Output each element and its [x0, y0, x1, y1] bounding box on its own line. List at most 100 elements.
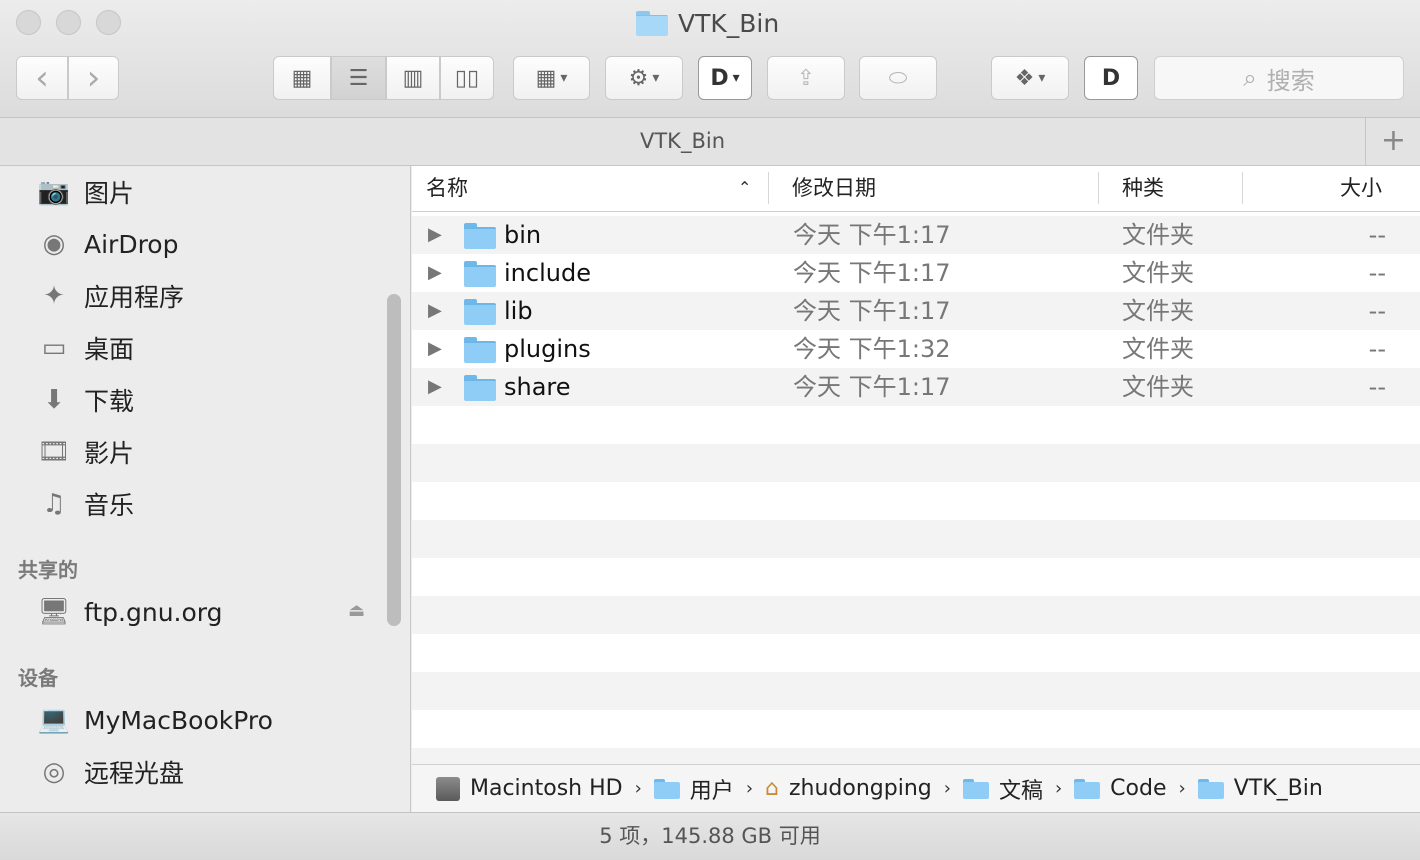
sidebar-item-mymacbookpro[interactable]: 💻 MyMacBookPro — [36, 700, 273, 740]
empty-row — [412, 710, 1420, 748]
path-item-label: Code — [1110, 776, 1167, 801]
empty-row — [412, 596, 1420, 634]
tab-vtk-bin[interactable]: VTK_Bin — [0, 118, 1366, 165]
column-header-name[interactable]: 名称 — [426, 166, 468, 210]
sidebar-item-movies[interactable]: 🎞 影片 — [36, 432, 134, 472]
disclosure-triangle-icon[interactable]: ▶ — [428, 338, 442, 359]
file-size: -- — [1368, 259, 1386, 287]
hard-drive-icon — [436, 776, 460, 801]
action-button[interactable]: ⚙ ▾ — [605, 56, 683, 100]
sidebar-item-desktop[interactable]: ▭ 桌面 — [36, 328, 134, 368]
tag-icon: ⬭ — [888, 65, 908, 91]
folder-icon — [464, 261, 496, 287]
forward-button[interactable]: › — [68, 56, 119, 100]
cover-flow-button[interactable]: ▯▯ — [440, 56, 494, 100]
empty-row — [412, 748, 1420, 764]
column-header-size[interactable]: 大小 — [1340, 166, 1382, 210]
disclosure-triangle-icon[interactable]: ▶ — [428, 224, 442, 245]
forward-chevron-icon: › — [86, 58, 101, 98]
users-folder-icon — [653, 778, 680, 799]
sidebar-item-label: 桌面 — [84, 335, 135, 364]
search-input[interactable]: ⌕ 搜索 — [1154, 56, 1404, 100]
folder-icon — [1074, 778, 1101, 799]
sidebar-item-label: 影片 — [84, 439, 135, 468]
chevron-down-icon: ▾ — [732, 70, 740, 86]
path-item-label: zhudongping — [788, 776, 932, 801]
column-divider[interactable] — [1098, 172, 1099, 204]
sidebar-item-airdrop[interactable]: ◉ AirDrop — [36, 224, 179, 264]
share-button[interactable]: ⇪ — [767, 56, 845, 100]
file-kind: 文件夹 — [1122, 297, 1194, 325]
path-item-home[interactable]: ⌂ zhudongping — [765, 776, 932, 801]
path-item-code[interactable]: Code — [1074, 776, 1167, 801]
path-item-macintosh-hd[interactable]: Macintosh HD — [436, 776, 623, 801]
arrange-button[interactable]: ▦ ▾ — [513, 56, 590, 100]
sidebar-item-pictures[interactable]: 📷 图片 — [36, 172, 134, 212]
folder-icon — [464, 299, 496, 325]
window-title-text: VTK_Bin — [678, 8, 780, 38]
folder-icon — [1197, 778, 1224, 799]
file-date: 今天 下午1:17 — [793, 221, 951, 249]
camera-icon: 📷 — [37, 177, 71, 207]
column-divider[interactable] — [768, 172, 769, 204]
dash-menu-button[interactable]: D ▾ — [698, 56, 752, 100]
icon-view-icon: ▦ — [291, 65, 313, 91]
dropbox-button[interactable]: ❖ ▾ — [991, 56, 1069, 100]
monitor-icon: 🖥 — [37, 597, 71, 627]
sidebar-item-label: AirDrop — [84, 229, 179, 259]
table-row[interactable]: ▶ bin 今天 下午1:17 文件夹 -- — [412, 216, 1420, 254]
zoom-window-button[interactable] — [96, 10, 121, 35]
path-separator-icon: › — [1178, 778, 1186, 799]
path-item-label: VTK_Bin — [1233, 776, 1323, 801]
window-title: VTK_Bin — [636, 7, 779, 39]
table-row[interactable]: ▶ include 今天 下午1:17 文件夹 -- — [412, 254, 1420, 292]
disclosure-triangle-icon[interactable]: ▶ — [428, 376, 442, 397]
arrange-icon: ▦ — [535, 65, 557, 91]
title-bar: VTK_Bin ‹ › ▦ ☰ ▥ ▯▯ ▦ ▾ ⚙ ▾ D ▾ ⇪ ⬭ ❖ ▾ D ⌕… — [0, 0, 1420, 118]
folder-icon — [636, 11, 668, 36]
applications-icon: ✦ — [43, 281, 65, 311]
laptop-icon: 💻 — [37, 705, 71, 735]
column-divider[interactable] — [1242, 172, 1243, 204]
eject-icon[interactable]: ⏏ — [348, 600, 365, 621]
path-item-documents[interactable]: 文稿 — [962, 773, 1043, 805]
column-header-kind[interactable]: 种类 — [1122, 166, 1164, 210]
column-header-date[interactable]: 修改日期 — [792, 166, 876, 210]
sidebar-item-downloads[interactable]: ⬇ 下载 — [36, 380, 134, 420]
table-row[interactable]: ▶ lib 今天 下午1:17 文件夹 -- — [412, 292, 1420, 330]
table-row[interactable]: ▶ plugins 今天 下午1:32 文件夹 -- — [412, 330, 1420, 368]
add-tab-button[interactable]: + — [1367, 118, 1420, 165]
path-separator-icon: › — [634, 778, 642, 799]
sidebar-item-music[interactable]: ♫ 音乐 — [36, 484, 134, 524]
path-item-label: Macintosh HD — [470, 776, 623, 801]
list-view-button[interactable]: ☰ — [331, 56, 386, 100]
icon-view-button[interactable]: ▦ — [273, 56, 331, 100]
file-name: include — [504, 259, 591, 287]
path-item-users[interactable]: 用户 — [653, 773, 734, 805]
table-row[interactable]: ▶ share 今天 下午1:17 文件夹 -- — [412, 368, 1420, 406]
folder-icon — [464, 223, 496, 249]
airdrop-icon: ◉ — [42, 229, 66, 259]
empty-row — [412, 482, 1420, 520]
sidebar-item-ftp-gnu-org[interactable]: 🖥 ftp.gnu.org — [36, 592, 222, 632]
column-view-button[interactable]: ▥ — [386, 56, 440, 100]
sidebar-item-label: 下载 — [84, 387, 135, 416]
disclosure-triangle-icon[interactable]: ▶ — [428, 300, 442, 321]
share-icon: ⇪ — [796, 65, 816, 91]
download-icon: ⬇ — [43, 385, 65, 415]
tags-button[interactable]: ⬭ — [859, 56, 937, 100]
home-icon: ⌂ — [765, 776, 779, 801]
file-list: 名称 ⌃ 修改日期 种类 大小 ▶ bin 今天 下午1:17 文件夹 -- ▶… — [412, 166, 1420, 764]
close-window-button[interactable] — [16, 10, 41, 35]
minimize-window-button[interactable] — [56, 10, 81, 35]
sidebar-item-applications[interactable]: ✦ 应用程序 — [36, 276, 184, 316]
dash-app-button[interactable]: D — [1084, 56, 1138, 100]
path-item-vtk-bin[interactable]: VTK_Bin — [1197, 776, 1323, 801]
dash-app-icon: D — [1101, 65, 1121, 91]
back-button[interactable]: ‹ — [16, 56, 68, 100]
disclosure-triangle-icon[interactable]: ▶ — [428, 262, 442, 283]
sidebar-scrollbar[interactable] — [387, 294, 401, 626]
sidebar-item-remote-disc[interactable]: ◎ 远程光盘 — [36, 752, 184, 792]
sidebar-item-label: MyMacBookPro — [84, 705, 273, 735]
file-size: -- — [1368, 297, 1386, 325]
